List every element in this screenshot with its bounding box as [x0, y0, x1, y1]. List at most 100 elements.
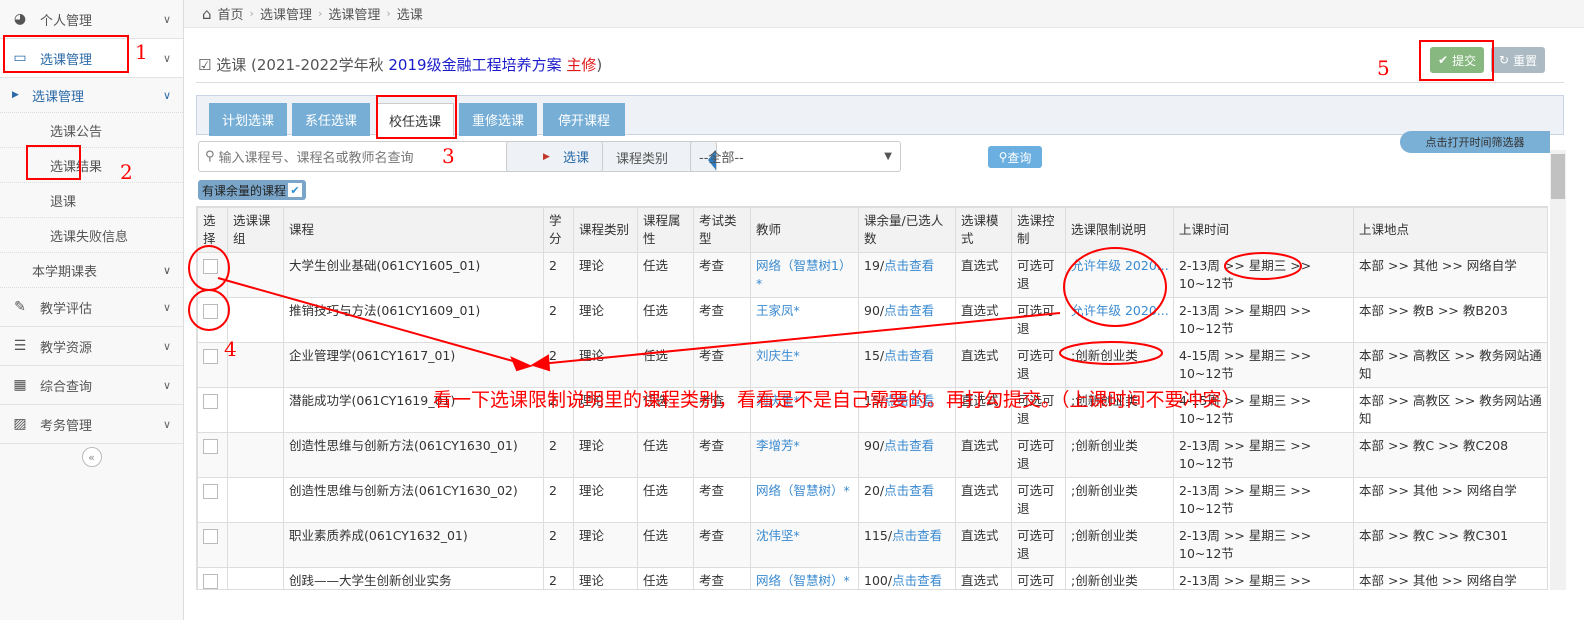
sidebar-item-resources[interactable]: ☰ 教学资源 ∨: [0, 327, 183, 366]
teacher[interactable]: 刘庆生*: [750, 342, 859, 388]
restriction-note[interactable]: 允许年级 2020...: [1065, 297, 1174, 343]
tab-department[interactable]: 系任选课: [292, 103, 370, 136]
home-icon: ⌂: [202, 4, 212, 23]
view-link[interactable]: 点击查看: [892, 573, 942, 588]
class-time: 2-13周 >> 星期三 >> 10~12节: [1173, 522, 1354, 568]
course-name: 创造性思维与创新方法(061CY1630_02): [283, 477, 544, 523]
class-location: 本部 >> 教C >> 教C301: [1353, 522, 1547, 568]
submit-button[interactable]: ✔ 提交: [1430, 47, 1485, 73]
exam-type: 考查: [693, 567, 751, 589]
sidebar-item-exam[interactable]: ▨ 考务管理 ∨: [0, 405, 183, 444]
select-checkbox[interactable]: [203, 484, 218, 499]
sidebar-item-result[interactable]: 选课结果: [0, 148, 183, 183]
dashboard-icon: ◕: [13, 11, 27, 27]
tab-school-elective[interactable]: 校任选课: [376, 103, 454, 136]
course-attribute: 任选: [637, 522, 694, 568]
class-location: 本部 >> 其他 >> 网络自学: [1353, 477, 1547, 523]
selection-control: 可选可退: [1011, 477, 1066, 523]
main-content: ⌂ 首页 › 选课管理 › 选课管理 › 选课 ☑ 选课 (2021-2022学年秋 …: [184, 0, 1584, 620]
course-group: [227, 297, 284, 343]
teacher[interactable]: 网络（智慧树1）*: [750, 252, 859, 298]
select-checkbox[interactable]: [203, 394, 218, 409]
select-cell: [197, 522, 228, 568]
select-cell: [197, 387, 228, 433]
selection-control: 可选可退: [1011, 252, 1066, 298]
annotation-note: 看一下选课限制说明里的课程类别，看看是不是自己需要的。再打勾提交。（上课时间不要…: [433, 389, 1241, 411]
select-checkbox[interactable]: [203, 304, 218, 319]
select-cell: [197, 567, 228, 589]
column-header: 选择: [197, 207, 228, 253]
select-checkbox[interactable]: [203, 529, 218, 544]
category-select[interactable]: --全部-- ▼: [690, 141, 901, 172]
select-checkbox[interactable]: [203, 574, 218, 589]
selection-mode: 直选式: [955, 522, 1012, 568]
class-location: 本部 >> 高教区 >> 教务网站通知: [1353, 342, 1547, 388]
scrollbar-thumb[interactable]: [1551, 154, 1565, 199]
view-link[interactable]: 点击查看: [884, 438, 934, 453]
selection-mode: 直选式: [955, 567, 1012, 589]
class-time: 4-15周 >> 星期三 >> 10~12节: [1173, 342, 1354, 388]
teacher[interactable]: 沈伟坚*: [750, 522, 859, 568]
sidebar-item-evaluation[interactable]: ✎ 教学评估 ∨: [0, 288, 183, 327]
selection-control: 可选可退: [1011, 342, 1066, 388]
credits: 2: [543, 252, 574, 298]
tab-cancelled[interactable]: 停开课程: [543, 103, 625, 136]
breadcrumb-item[interactable]: 选课管理: [260, 4, 312, 23]
view-link[interactable]: 点击查看: [892, 528, 942, 543]
select-checkbox[interactable]: [203, 439, 218, 454]
capacity: 100/点击查看: [858, 567, 956, 589]
capacity: 115/点击查看: [858, 522, 956, 568]
sidebar-item-drop[interactable]: 退课: [0, 183, 183, 218]
tab-retake[interactable]: 重修选课: [459, 103, 537, 136]
available-only-filter[interactable]: 有课余量的课程 ✔: [198, 180, 307, 200]
sidebar-item-query[interactable]: ▦ 综合查询 ∨: [0, 366, 183, 405]
double-chevron-left-icon: «: [81, 447, 102, 467]
checkbox-checked[interactable]: ✔: [288, 183, 303, 197]
sidebar-item-course-selection[interactable]: ▭ 选课管理 ∨: [0, 39, 183, 78]
select-checkbox[interactable]: [203, 259, 218, 274]
checkbox-icon: ☑: [198, 56, 212, 74]
class-location: 本部 >> 高教区 >> 教务网站通知: [1353, 387, 1547, 433]
column-header: 选课课组: [227, 207, 284, 253]
sidebar-item-failure[interactable]: 选课失败信息: [0, 218, 183, 253]
monitor-icon: ▭: [13, 50, 27, 66]
page-title: ☑ 选课 (2021-2022学年秋 2019级金融工程培养方案 主修): [198, 56, 603, 74]
sidebar-subgroup[interactable]: ▶ 选课管理 ∨: [0, 78, 183, 113]
teacher[interactable]: 李增芳*: [750, 432, 859, 478]
calendar-icon: ▦: [13, 377, 27, 393]
view-link[interactable]: 点击查看: [884, 483, 934, 498]
class-time: 2-13周 >> 星期三 >> 10~12节: [1173, 252, 1354, 298]
query-button[interactable]: ⚲ 查询: [988, 146, 1042, 168]
remaining-count: 90/: [864, 303, 885, 318]
view-link[interactable]: 点击查看: [884, 303, 934, 318]
course-category: 理论: [573, 567, 638, 589]
sidebar-item-timetable[interactable]: 本学期课表 ∨: [0, 253, 183, 288]
course-category: 理论: [573, 297, 638, 343]
breadcrumb-item[interactable]: 选课管理: [328, 4, 380, 23]
teacher[interactable]: 网络（智慧树）*: [750, 567, 859, 589]
teacher[interactable]: 网络（智慧树）*: [750, 477, 859, 523]
reset-button[interactable]: ↻ 重置: [1491, 47, 1546, 73]
column-header: 选课限制说明: [1065, 207, 1174, 253]
sidebar-item-personal[interactable]: ◕ 个人管理 ∨: [0, 0, 183, 39]
sidebar-item-announcement[interactable]: 选课公告: [0, 113, 183, 148]
course-attribute: 任选: [637, 342, 694, 388]
annotation-step-1: 1: [135, 40, 148, 64]
class-time: 2-13周 >> 星期三 >> 10~12节: [1173, 567, 1354, 589]
search-input[interactable]: ⚲ 输入课程号、课程名或教师名查询: [198, 141, 603, 172]
time-filter-button[interactable]: 点击打开时间筛选器: [1400, 131, 1550, 153]
teacher[interactable]: 王家凤*: [750, 297, 859, 343]
selection-mode: 直选式: [955, 342, 1012, 388]
select-checkbox[interactable]: [203, 349, 218, 364]
course-category: 理论: [573, 252, 638, 298]
undo-icon: ↻: [1499, 53, 1510, 67]
scrollbar[interactable]: [1550, 150, 1566, 590]
view-link[interactable]: 点击查看: [884, 348, 934, 363]
breadcrumb-home[interactable]: 首页: [218, 4, 244, 23]
tab-plan[interactable]: 计划选课: [209, 103, 287, 136]
sidebar-collapse-button[interactable]: «: [0, 444, 183, 470]
view-link[interactable]: 点击查看: [884, 258, 934, 273]
table-row: 创造性思维与创新方法(061CY1630_02) 2 理论 任选 考查 网络（智慧树）* 2…: [197, 477, 1547, 523]
credits: 2: [543, 432, 574, 478]
restriction-note[interactable]: 允许年级 2020...: [1065, 252, 1174, 298]
